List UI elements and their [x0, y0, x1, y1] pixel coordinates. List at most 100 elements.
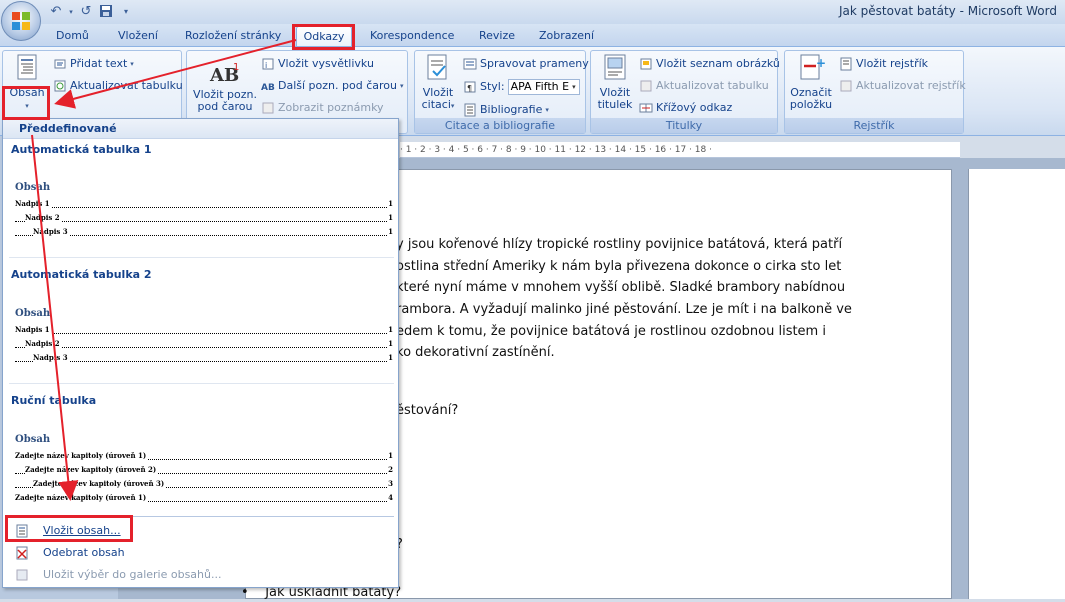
gallery-section-title: Automatická tabulka 2 — [11, 268, 152, 281]
heading-fragment: ěstování? — [396, 403, 459, 418]
cross-reference-button[interactable]: Křížový odkaz — [639, 99, 732, 117]
insert-citation-label-2: citaci — [421, 98, 451, 111]
toc-entry: Zadejte název kapitoly (úroveň 1) 1 — [15, 449, 393, 463]
manage-sources-button[interactable]: Spravovat prameny — [463, 55, 589, 73]
tab-zobrazeni[interactable]: Zobrazení — [533, 26, 600, 46]
show-notes-label: Zobrazit poznámky — [278, 101, 384, 114]
horizontal-ruler[interactable]: · 1 · 2 · 3 · 4 · 5 · 6 · 7 · 8 · 9 · 10… — [400, 142, 960, 158]
insert-footnote-button[interactable]: AB 1 Vložit pozn. pod čarou — [191, 59, 259, 113]
tab-korespondence[interactable]: Korespondence — [364, 26, 460, 46]
chevron-down-icon: ▾ — [399, 82, 404, 90]
toc-entry: Zadejte název kapitoly (úroveň 3) 3 — [15, 477, 393, 491]
save-selection-menu-item[interactable]: Uložit výběr do galerie obsahů... — [9, 565, 394, 585]
remove-toc-menu-item[interactable]: Odebrat obsah — [9, 543, 394, 563]
body-text-line: rambora. A vyžadují malinko jiné pěstová… — [396, 302, 852, 317]
update-figures-table-label: Aktualizovat tabulku — [656, 79, 769, 92]
toc-preview-auto-1[interactable]: Obsah Nadpis 11 Nadpis 21 Nadpis 31 — [15, 182, 393, 239]
update-table-icon — [639, 79, 653, 93]
insert-table-of-figures-label: Vložit seznam obrázků — [656, 57, 780, 70]
customize-qat-icon[interactable]: ▾ — [118, 4, 134, 20]
captions-group-label: Titulky — [591, 118, 777, 133]
remove-toc-label: Odebrat obsah — [43, 546, 125, 559]
update-table-button[interactable]: Aktualizovat tabulku — [53, 77, 183, 95]
add-text-label: Přidat text — [70, 57, 128, 70]
insert-index-icon — [839, 57, 853, 71]
insert-table-of-figures-button[interactable]: Vložit seznam obrázků — [639, 55, 780, 73]
tab-rozlozeni-stranky[interactable]: Rozložení stránky — [179, 26, 287, 46]
show-notes-button[interactable]: Zobrazit poznámky — [261, 99, 384, 117]
update-index-icon — [839, 79, 853, 93]
toc-preview-auto-2[interactable]: Obsah Nadpis 11 Nadpis 21 Nadpis 31 — [15, 308, 393, 365]
office-button[interactable] — [1, 1, 41, 41]
section-divider — [9, 383, 394, 384]
add-text-button[interactable]: Přidat text ▾ — [53, 55, 134, 73]
toc-entry: Nadpis 31 — [15, 351, 393, 365]
toc-entry: Zadejte název kapitoly (úroveň 2) 2 — [15, 463, 393, 477]
highlight-tab-odkazy — [292, 24, 355, 50]
chevron-down-icon: ▾ — [450, 102, 455, 110]
title-bar: Jak pěstovat batáty - Microsoft Word — [0, 0, 1065, 24]
next-footnote-button[interactable]: AB Další pozn. pod čarou ▾ — [261, 77, 403, 95]
toc-entry: Nadpis 31 — [15, 225, 393, 239]
insert-endnote-button[interactable]: i Vložit vysvětlivku — [261, 55, 374, 73]
cross-reference-label: Křížový odkaz — [656, 101, 733, 114]
footnote-icon: AB 1 — [208, 59, 242, 87]
show-notes-icon — [261, 101, 275, 115]
toc-entry: Nadpis 11 — [15, 323, 393, 337]
svg-text:+: + — [816, 56, 826, 70]
toc-entry: Nadpis 21 — [15, 211, 393, 225]
bibliography-button[interactable]: Bibliografie ▾ — [463, 101, 549, 119]
endnote-icon: i — [261, 57, 275, 71]
chevron-down-icon: ▾ — [572, 83, 576, 91]
style-label: Styl: — [480, 80, 505, 93]
svg-text:AB: AB — [261, 83, 275, 93]
body-text-line: edem k tomu, že povijnice batátová je ro… — [396, 324, 826, 339]
svg-text:1: 1 — [233, 62, 239, 73]
insert-footnote-label-2: pod čarou — [197, 100, 253, 113]
toc-entry: Nadpis 11 — [15, 197, 393, 211]
next-footnote-icon: AB — [261, 79, 275, 93]
insert-index-label: Vložit rejstřík — [856, 57, 929, 70]
body-text-line: ko dekorativní zastínění. — [396, 345, 555, 360]
style-row: ¶ Styl: APA Fifth E ▾ — [463, 78, 580, 96]
insert-index-button[interactable]: Vložit rejstřík — [839, 55, 928, 73]
body-text-line: y jsou kořenové hlízy tropické rostliny … — [396, 237, 843, 252]
style-icon: ¶ — [463, 80, 477, 94]
save-selection-label: Uložit výběr do galerie obsahů... — [43, 568, 222, 581]
style-value: APA Fifth E — [510, 80, 570, 93]
undo-dropdown-icon[interactable]: ▾ — [68, 4, 74, 20]
tab-revize[interactable]: Revize — [473, 26, 521, 46]
group-citations: Vložit citaci▾ Spravovat prameny ¶ Styl:… — [414, 50, 589, 134]
update-index-label: Aktualizovat rejstřík — [856, 79, 966, 92]
update-table-icon — [53, 79, 67, 93]
redo-icon[interactable]: ↺ — [78, 4, 94, 20]
window-title: Jak pěstovat batáty - Microsoft Word — [839, 4, 1057, 18]
undo-icon[interactable]: ↶ — [48, 4, 64, 20]
style-select[interactable]: APA Fifth E ▾ — [507, 79, 580, 95]
mark-entry-button[interactable]: + Označit položku — [787, 53, 835, 111]
insert-endnote-label: Vložit vysvětlivku — [278, 57, 374, 70]
citations-group-label: Citace a bibliografie — [415, 118, 585, 133]
svg-text:¶: ¶ — [467, 84, 472, 93]
manage-sources-icon — [463, 57, 477, 71]
insert-caption-icon — [600, 53, 630, 85]
insert-caption-button[interactable]: Vložit titulek — [595, 53, 635, 111]
update-index-button[interactable]: Aktualizovat rejstřík — [839, 77, 966, 95]
tab-domu[interactable]: Domů — [50, 26, 95, 46]
add-text-icon — [53, 57, 67, 71]
tab-vlozeni[interactable]: Vložení — [112, 26, 164, 46]
update-figures-table-button[interactable]: Aktualizovat tabulku — [639, 77, 769, 95]
body-text-line: které nyní máme v mnohem vyšší oblibě. S… — [396, 280, 846, 295]
mark-entry-icon: + — [796, 53, 826, 85]
body-text-line: ostlina střední Ameriky k nám byla přive… — [396, 259, 842, 274]
office-logo-icon — [11, 11, 31, 31]
table-of-contents-icon — [12, 53, 42, 85]
save-icon[interactable] — [98, 4, 114, 20]
insert-citation-icon — [423, 53, 453, 85]
index-group-label: Rejstřík — [785, 118, 963, 133]
insert-citation-button[interactable]: Vložit citaci▾ — [419, 53, 457, 112]
highlight-insert-toc — [5, 515, 133, 542]
toc-preview-manual[interactable]: Obsah Zadejte název kapitoly (úroveň 1) 1… — [15, 434, 393, 505]
toc-entry: Nadpis 21 — [15, 337, 393, 351]
bibliography-label: Bibliografie — [480, 103, 543, 116]
